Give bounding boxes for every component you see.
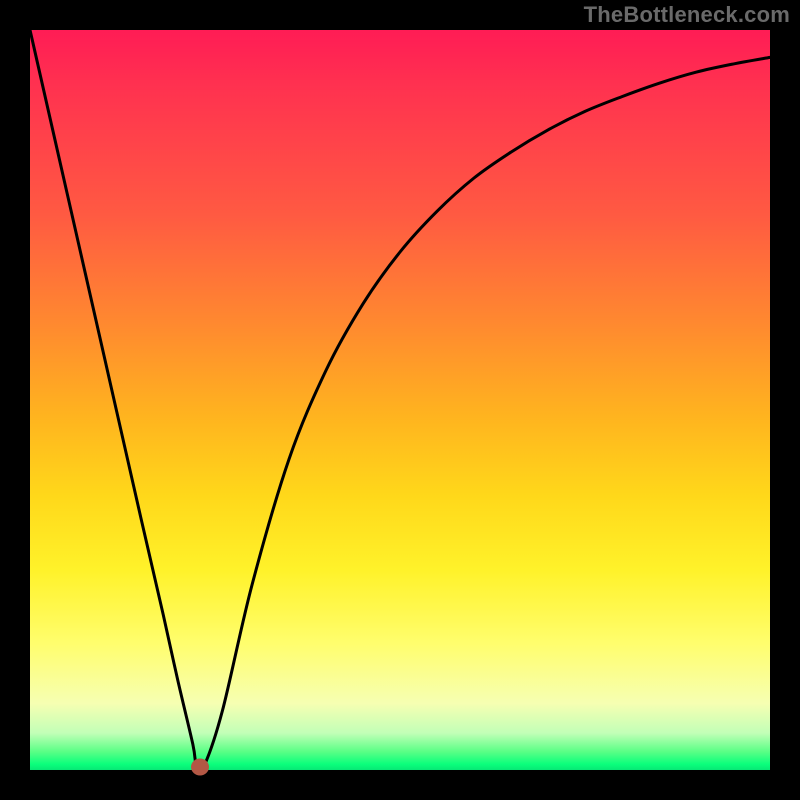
attribution-label: TheBottleneck.com xyxy=(584,2,790,28)
plot-area xyxy=(30,30,770,770)
chart-frame: TheBottleneck.com xyxy=(0,0,800,800)
optimum-marker xyxy=(191,759,209,776)
bottleneck-curve xyxy=(30,30,770,770)
